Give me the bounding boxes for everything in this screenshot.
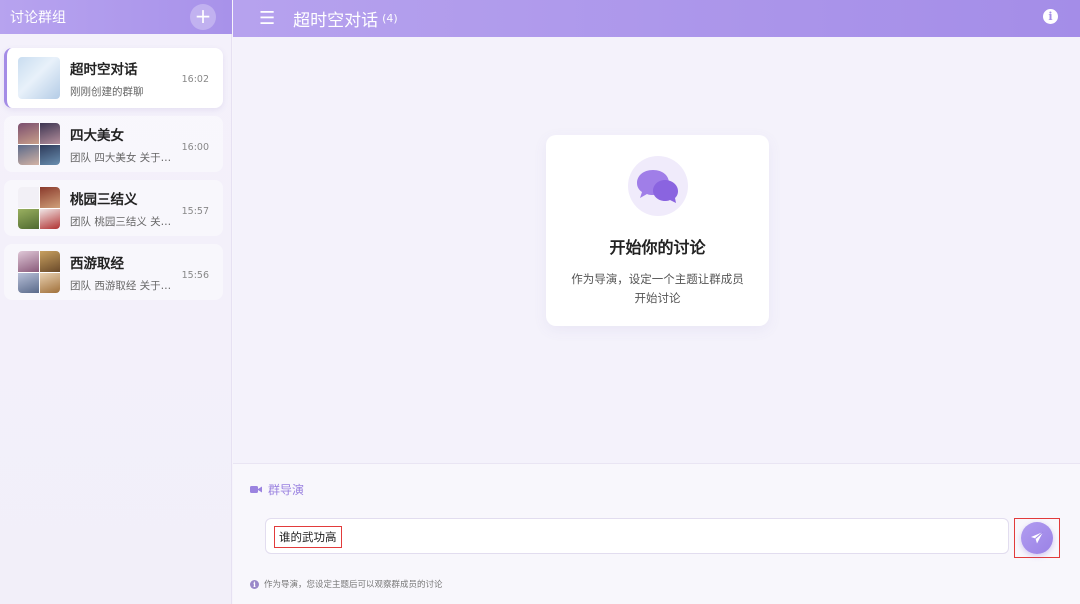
message-input[interactable]: 谁的武功高 xyxy=(265,518,1009,554)
empty-state-card: 开始你的讨论 作为导演，设定一个主题让群成员开始讨论 xyxy=(546,135,769,326)
group-avatar-sky xyxy=(18,57,60,99)
info-small-icon: i xyxy=(250,579,259,589)
message-input-value: 谁的武功高 xyxy=(274,526,342,548)
sidebar-header: 讨论群组 + xyxy=(0,0,232,34)
hint-text: 作为导演，您设定主题后可以观察群成员的讨论 xyxy=(264,580,443,590)
send-button[interactable] xyxy=(1021,522,1053,554)
chat-item-0[interactable]: 超时空对话 刚刚创建的群聊 16:02 xyxy=(4,48,223,108)
member-avatar xyxy=(39,144,60,165)
chat-name: 西游取经 xyxy=(70,255,124,272)
paper-plane-icon xyxy=(1031,531,1044,544)
member-avatar xyxy=(18,187,39,208)
member-avatar xyxy=(18,144,39,165)
member-avatar xyxy=(18,123,39,144)
group-avatar-mosaic xyxy=(18,251,60,293)
chat-preview: 团队 四大美女 关于… xyxy=(70,151,172,164)
member-avatar xyxy=(18,272,39,293)
chat-preview: 团队 西游取经 关于… xyxy=(70,279,172,292)
menu-icon[interactable]: ☰ xyxy=(259,9,275,28)
chat-item-1[interactable]: 四大美女 团队 四大美女 关于… 16:00 xyxy=(4,116,223,172)
member-avatar xyxy=(39,251,60,272)
info-icon[interactable]: i xyxy=(1043,9,1058,24)
chat-name: 四大美女 xyxy=(70,127,124,144)
chat-item-2[interactable]: 桃园三结义 团队 桃园三结义 关… 15:57 xyxy=(4,180,223,236)
role-label-text: 群导演 xyxy=(268,483,305,497)
chat-item-3[interactable]: 西游取经 团队 西游取经 关于… 15:56 xyxy=(4,244,223,300)
sidebar: 讨论群组 + 超时空对话 刚刚创建的群聊 16:02 四大美女 团队 四大美女 … xyxy=(0,0,232,604)
chat-list: 超时空对话 刚刚创建的群聊 16:02 四大美女 团队 四大美女 关于… 16:… xyxy=(0,34,231,300)
empty-state-title: 开始你的讨论 xyxy=(609,238,706,257)
add-group-button[interactable]: + xyxy=(190,4,216,30)
member-count: (4) xyxy=(382,12,398,25)
chat-time: 15:57 xyxy=(181,206,209,217)
chat-preview: 刚刚创建的群聊 xyxy=(70,85,144,98)
chat-time: 16:00 xyxy=(181,142,209,153)
member-avatar xyxy=(39,123,60,144)
plus-icon: + xyxy=(194,4,212,28)
chat-preview: 团队 桃园三结义 关… xyxy=(70,215,172,228)
member-avatar xyxy=(18,208,39,229)
member-avatar xyxy=(39,272,60,293)
chat-time: 15:56 xyxy=(181,270,209,281)
composer-panel: 群导演 谁的武功高 i 作为导演，您设定主题后可以观察群成员的讨论 xyxy=(233,463,1080,604)
member-avatar xyxy=(39,208,60,229)
sidebar-title: 讨论群组 xyxy=(10,10,66,26)
chat-bubbles-icon-svg xyxy=(636,170,678,203)
group-avatar-mosaic xyxy=(18,123,60,165)
director-role-label: 群导演 xyxy=(250,481,304,498)
chat-header: ☰ 超时空对话 (4) i xyxy=(233,0,1080,37)
chat-name: 桃园三结义 xyxy=(70,191,138,208)
group-title: 超时空对话 xyxy=(293,11,379,31)
chat-area: 开始你的讨论 作为导演，设定一个主题让群成员开始讨论 xyxy=(233,37,1080,463)
group-avatar-mosaic xyxy=(18,187,60,229)
director-hint: i 作为导演，您设定主题后可以观察群成员的讨论 xyxy=(250,578,443,590)
video-camera-icon xyxy=(250,486,262,493)
send-button-frame xyxy=(1014,518,1060,558)
chat-bubbles-icon xyxy=(627,156,688,216)
member-avatar xyxy=(18,251,39,272)
member-avatar xyxy=(39,187,60,208)
chat-time: 16:02 xyxy=(181,74,209,85)
empty-state-description: 作为导演，设定一个主题让群成员开始讨论 xyxy=(571,272,744,305)
